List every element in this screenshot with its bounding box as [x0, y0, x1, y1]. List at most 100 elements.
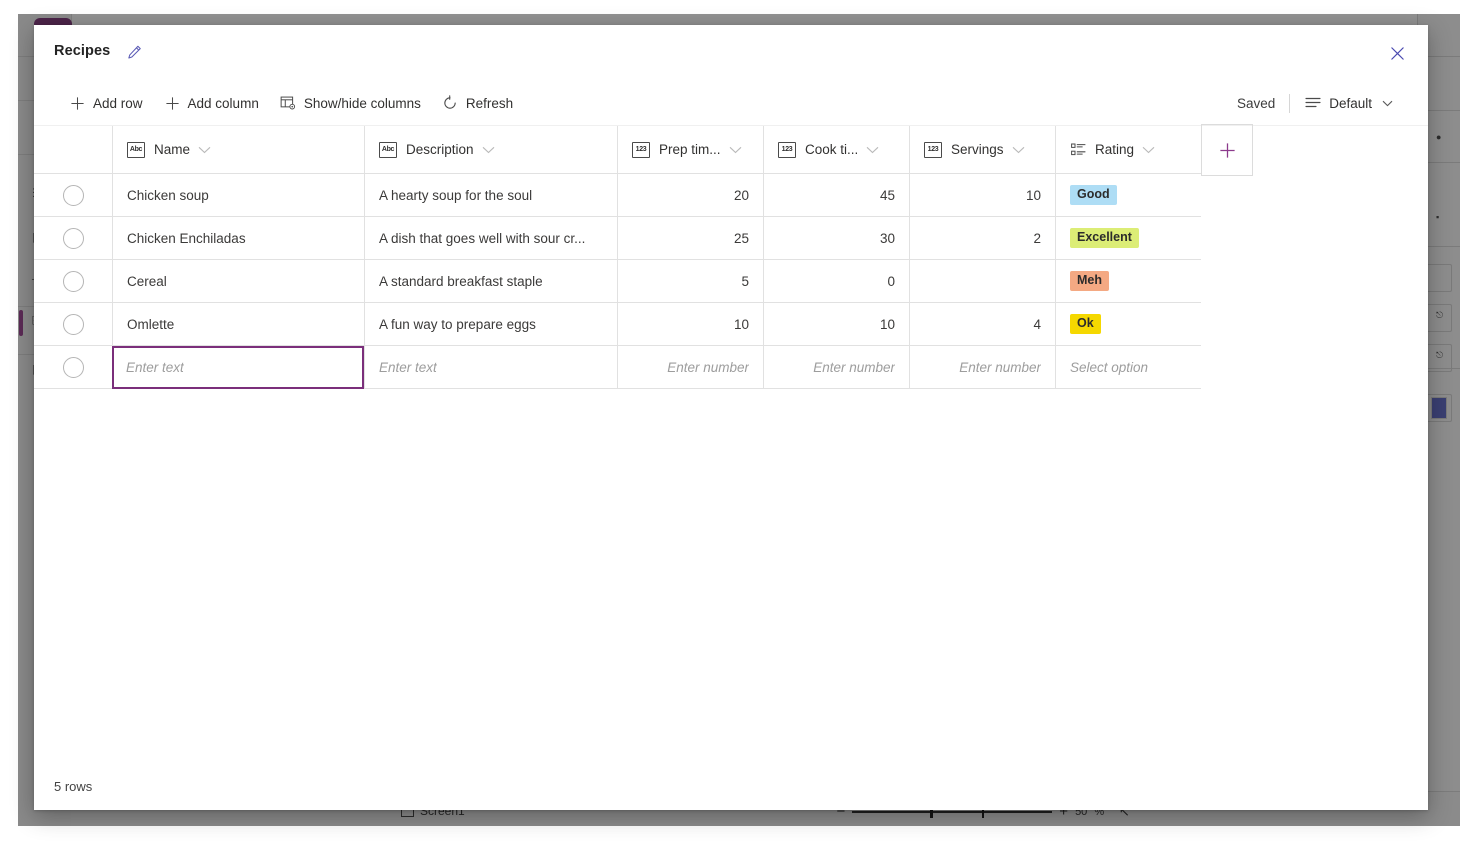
cell-description[interactable]: A dish that goes well with sour cr...	[364, 217, 617, 260]
cell-value: A dish that goes well with sour cr...	[379, 231, 585, 246]
chevron-down-icon[interactable]	[729, 146, 742, 154]
cell-prep-time[interactable]: 20	[617, 174, 763, 217]
refresh-button[interactable]: Refresh	[433, 90, 522, 117]
row-selector-cell[interactable]	[34, 260, 112, 303]
cell-cook-time[interactable]: 30	[763, 217, 909, 260]
show-hide-columns-label: Show/hide columns	[304, 96, 421, 111]
row-radio[interactable]	[63, 314, 84, 335]
view-list-icon	[1304, 95, 1321, 112]
placeholder-text: Enter number	[667, 360, 749, 375]
cell-cook-time[interactable]: 10	[763, 303, 909, 346]
show-hide-columns-button[interactable]: Show/hide columns	[271, 90, 430, 117]
saved-status: Saved	[1237, 96, 1289, 111]
cell-rating[interactable]: Meh	[1055, 260, 1201, 303]
chevron-down-icon	[1382, 100, 1393, 107]
row-radio[interactable]	[63, 185, 84, 206]
chevron-down-icon[interactable]	[482, 146, 495, 154]
cell-value: A standard breakfast staple	[379, 274, 543, 289]
cell-rating[interactable]: Excellent	[1055, 217, 1201, 260]
dialog-title: Recipes	[54, 43, 110, 59]
column-header-rating[interactable]: Rating	[1055, 126, 1201, 174]
placeholder-text: Enter text	[379, 360, 437, 375]
cell-description[interactable]: A fun way to prepare eggs	[364, 303, 617, 346]
toolbar-left-group: Add row Add column S	[60, 81, 522, 125]
zoom-slider-track	[852, 811, 1052, 813]
pencil-icon[interactable]	[120, 39, 148, 65]
refresh-icon	[442, 95, 459, 112]
row-radio[interactable]	[63, 271, 84, 292]
new-row: Enter text Enter text Enter number Enter…	[34, 346, 1428, 389]
column-header-label: Cook ti...	[805, 142, 858, 157]
columns-settings-icon	[280, 95, 297, 112]
cell-cook-time[interactable]: 45	[763, 174, 909, 217]
cell-value: 30	[880, 231, 895, 246]
cell-value: 45	[880, 188, 895, 203]
chevron-down-icon[interactable]	[1142, 146, 1155, 154]
add-row-button[interactable]: Add row	[60, 90, 152, 117]
cell-prep-time[interactable]: 10	[617, 303, 763, 346]
add-column-grid-button[interactable]	[1201, 124, 1253, 176]
chevron-down-icon[interactable]	[1012, 146, 1025, 154]
table-row: Cereal A standard breakfast staple 5 0 M…	[34, 260, 1428, 303]
status-badge: Ok	[1070, 314, 1101, 335]
recipes-table-dialog: Recipes Add row	[34, 25, 1428, 810]
text-abc-icon: Abc	[379, 142, 397, 158]
cell-servings[interactable]: 2	[909, 217, 1055, 260]
placeholder-text: Enter text	[126, 360, 184, 375]
row-selector-cell[interactable]	[34, 217, 112, 260]
cell-value: Cereal	[127, 274, 167, 289]
cell-value: 10	[1026, 188, 1041, 203]
cell-prep-time[interactable]: 5	[617, 260, 763, 303]
status-badge: Excellent	[1070, 228, 1139, 249]
row-selector-cell[interactable]	[34, 346, 112, 389]
cell-servings[interactable]: 4	[909, 303, 1055, 346]
choice-list-icon	[1070, 143, 1086, 157]
view-selector-label: Default	[1329, 96, 1372, 111]
placeholder-text: Enter number	[959, 360, 1041, 375]
cell-rating[interactable]: Ok	[1055, 303, 1201, 346]
chevron-down-icon[interactable]	[198, 146, 211, 154]
cell-servings[interactable]: 10	[909, 174, 1055, 217]
plus-icon	[69, 95, 86, 112]
column-header-description[interactable]: Abc Description	[364, 126, 617, 174]
column-header-servings[interactable]: 123 Servings	[909, 126, 1055, 174]
cell-prep-time[interactable]: 25	[617, 217, 763, 260]
new-row-cook-time-input[interactable]: Enter number	[763, 346, 909, 389]
refresh-label: Refresh	[466, 96, 513, 111]
new-row-name-input[interactable]: Enter text	[112, 346, 364, 389]
dialog-header: Recipes	[34, 25, 1428, 81]
column-header-name[interactable]: Abc Name	[112, 126, 364, 174]
cell-name[interactable]: Chicken soup	[112, 174, 364, 217]
row-radio[interactable]	[63, 228, 84, 249]
column-header-label: Name	[154, 142, 190, 157]
column-header-label: Description	[406, 142, 474, 157]
close-icon[interactable]	[1380, 37, 1414, 69]
column-header-cook-time[interactable]: 123 Cook ti...	[763, 126, 909, 174]
table-row: Omlette A fun way to prepare eggs 10 10 …	[34, 303, 1428, 346]
cell-name[interactable]: Omlette	[112, 303, 364, 346]
text-abc-icon: Abc	[127, 142, 145, 158]
new-row-rating-select[interactable]: Select option	[1055, 346, 1201, 389]
status-badge: Good	[1070, 185, 1117, 206]
toolbar-right-group: Saved Default	[1237, 81, 1402, 125]
cell-servings[interactable]	[909, 260, 1055, 303]
row-radio[interactable]	[63, 357, 84, 378]
cell-value: A hearty soup for the soul	[379, 188, 532, 203]
cell-name[interactable]: Cereal	[112, 260, 364, 303]
cell-value: 20	[734, 188, 749, 203]
new-row-prep-time-input[interactable]: Enter number	[617, 346, 763, 389]
chevron-down-icon[interactable]	[866, 146, 879, 154]
cell-rating[interactable]: Good	[1055, 174, 1201, 217]
column-header-prep-time[interactable]: 123 Prep tim...	[617, 126, 763, 174]
add-column-button[interactable]: Add column	[155, 90, 268, 117]
new-row-description-input[interactable]: Enter text	[364, 346, 617, 389]
cell-cook-time[interactable]: 0	[763, 260, 909, 303]
cell-name[interactable]: Chicken Enchiladas	[112, 217, 364, 260]
view-selector-button[interactable]: Default	[1290, 90, 1402, 117]
row-selector-cell[interactable]	[34, 174, 112, 217]
row-selector-cell[interactable]	[34, 303, 112, 346]
new-row-servings-input[interactable]: Enter number	[909, 346, 1055, 389]
data-grid: Abc Name Abc Description 123 Prep tim...	[34, 126, 1428, 389]
cell-description[interactable]: A standard breakfast staple	[364, 260, 617, 303]
cell-description[interactable]: A hearty soup for the soul	[364, 174, 617, 217]
